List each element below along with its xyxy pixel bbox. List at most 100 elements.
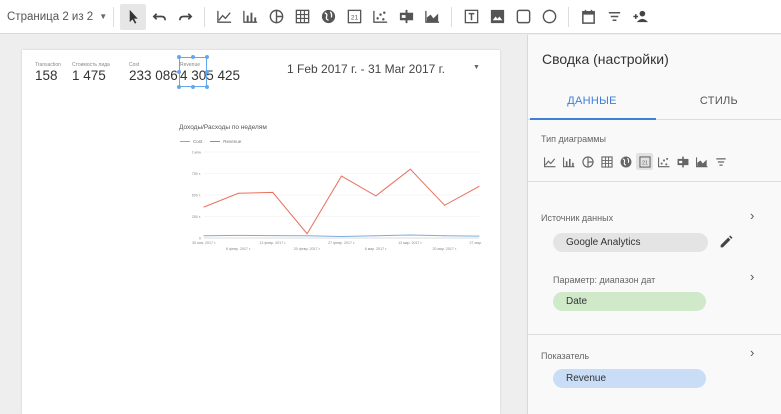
scorecard-value: 233 086 (129, 68, 178, 83)
date-dimension-chip[interactable]: Date (553, 292, 706, 311)
scorecard-lead-cost[interactable]: Стоимость лида 1 475 (72, 62, 110, 83)
add-scorecard-button[interactable]: 21 (341, 4, 367, 30)
section-divider (528, 181, 781, 182)
x-tick-label: 13 мар. 2017 г. (398, 241, 422, 245)
date-range-icon (581, 9, 595, 24)
section-divider (528, 334, 781, 335)
data-point (478, 235, 480, 237)
tab-data[interactable]: ДАННЫЕ (528, 95, 656, 107)
chevron-down-icon[interactable]: ▼ (473, 64, 480, 71)
chart-title: Доходы/Расходы по неделям (179, 124, 267, 131)
data-source-label: Источник данных (541, 213, 614, 223)
legend-swatch (210, 140, 221, 143)
legend-label: Revenue (223, 139, 242, 144)
data-source-chip[interactable]: Google Analytics (553, 233, 708, 252)
chevron-right-icon[interactable]: › (750, 269, 754, 284)
bar-chart-icon (242, 10, 257, 23)
data-point (375, 235, 377, 237)
resize-handle[interactable] (177, 70, 181, 74)
chart-type-filter[interactable] (712, 153, 729, 170)
x-tick-label: 13 февр. 2017 г. (259, 241, 286, 245)
metric-label: Показатель (541, 351, 590, 361)
legend-item: Cost (180, 139, 202, 144)
page-selector[interactable]: Страница 2 из 2 ▼ (0, 0, 107, 33)
add-time-series-button[interactable] (211, 4, 237, 30)
undo-icon (152, 13, 166, 21)
x-tick-label: 20 мар. 2017 г. (432, 247, 456, 251)
bullet-chart-icon (677, 156, 688, 167)
add-bar-chart-button[interactable] (237, 4, 263, 30)
scorecard-value: 1 475 (72, 68, 106, 83)
share-button[interactable] (627, 4, 653, 30)
chart-type-geo-map[interactable] (617, 153, 634, 170)
text-icon (464, 9, 478, 24)
add-pie-chart-button[interactable] (263, 4, 289, 30)
data-point (478, 185, 480, 187)
resize-handle[interactable] (205, 55, 209, 59)
chevron-down-icon: ▼ (99, 12, 108, 21)
x-tick-label: 6 мар. 2017 г. (365, 247, 387, 251)
scorecard-transaction[interactable]: Transaction 158 (35, 62, 61, 83)
select-tool-button[interactable] (120, 3, 147, 30)
date-range-control[interactable]: 1 Feb 2017 г. - 31 Mar 2017 г. (287, 62, 445, 76)
resize-handle[interactable] (191, 55, 195, 59)
pencil-icon[interactable] (718, 234, 734, 250)
chart-type-pie[interactable] (579, 153, 596, 170)
line-chart[interactable]: 0 250 т. 500 т. 750 т. 1 млн 30 янв. 2017 г. 6… (167, 146, 487, 256)
toolbar-divider (113, 6, 115, 27)
geo-map-icon (620, 156, 631, 167)
add-filter-button[interactable] (601, 4, 627, 30)
data-point (341, 235, 342, 237)
add-table-button[interactable] (289, 4, 315, 30)
resize-handle[interactable] (177, 55, 181, 59)
add-text-button[interactable] (458, 4, 484, 30)
resize-handle[interactable] (205, 70, 209, 74)
chart-type-scorecard[interactable]: 21 (636, 153, 653, 170)
chart-type-area[interactable] (693, 153, 710, 170)
data-point (272, 235, 274, 237)
toolbar-divider (204, 6, 206, 27)
metric-chip[interactable]: Revenue (553, 369, 706, 388)
data-point (306, 233, 308, 235)
chart-legend: Cost Revenue (180, 139, 249, 144)
report-page[interactable]: Transaction 158 Стоимость лида 1 475 Cos… (22, 50, 500, 414)
area-chart-icon (695, 156, 707, 167)
page-selector-label: Страница 2 из 2 (7, 10, 94, 23)
tab-style[interactable]: СТИЛЬ (656, 95, 781, 107)
svg-text:21: 21 (641, 160, 647, 166)
scatter-chart-icon (657, 156, 669, 167)
table-icon (295, 9, 309, 24)
legend-swatch (180, 140, 190, 143)
resize-handle[interactable] (191, 85, 195, 89)
filter-icon (715, 157, 726, 166)
data-point (409, 168, 411, 170)
add-circle-button[interactable] (536, 4, 562, 30)
add-scatter-chart-button[interactable] (367, 4, 393, 30)
undo-button[interactable] (146, 4, 172, 30)
add-rectangle-button[interactable] (510, 4, 536, 30)
chevron-right-icon[interactable]: › (750, 345, 754, 360)
chart-type-bullet[interactable] (674, 153, 691, 170)
data-point (237, 192, 239, 194)
add-area-chart-button[interactable] (419, 4, 445, 30)
chart-type-bar[interactable] (560, 153, 577, 170)
chart-type-scatter[interactable] (655, 153, 672, 170)
toolbar-divider (451, 6, 453, 27)
y-tick-label: 250 т. (192, 215, 201, 219)
chart-type-time-series[interactable] (541, 153, 558, 170)
redo-button[interactable] (172, 4, 198, 30)
add-image-button[interactable] (484, 4, 510, 30)
data-point (203, 235, 205, 237)
add-bullet-chart-button[interactable] (393, 4, 419, 30)
add-date-range-button[interactable] (575, 4, 601, 30)
resize-handle[interactable] (177, 85, 181, 89)
add-geo-map-button[interactable] (315, 4, 341, 30)
data-point (341, 175, 342, 177)
filter-icon (608, 11, 620, 22)
scorecard-cost[interactable]: Cost 233 086 (129, 62, 178, 83)
x-tick-label: 20 февр. 2017 г. (294, 247, 321, 251)
chevron-right-icon[interactable]: › (750, 208, 754, 223)
selection-box[interactable] (179, 57, 207, 87)
chart-type-table[interactable] (598, 153, 615, 170)
resize-handle[interactable] (205, 85, 209, 89)
